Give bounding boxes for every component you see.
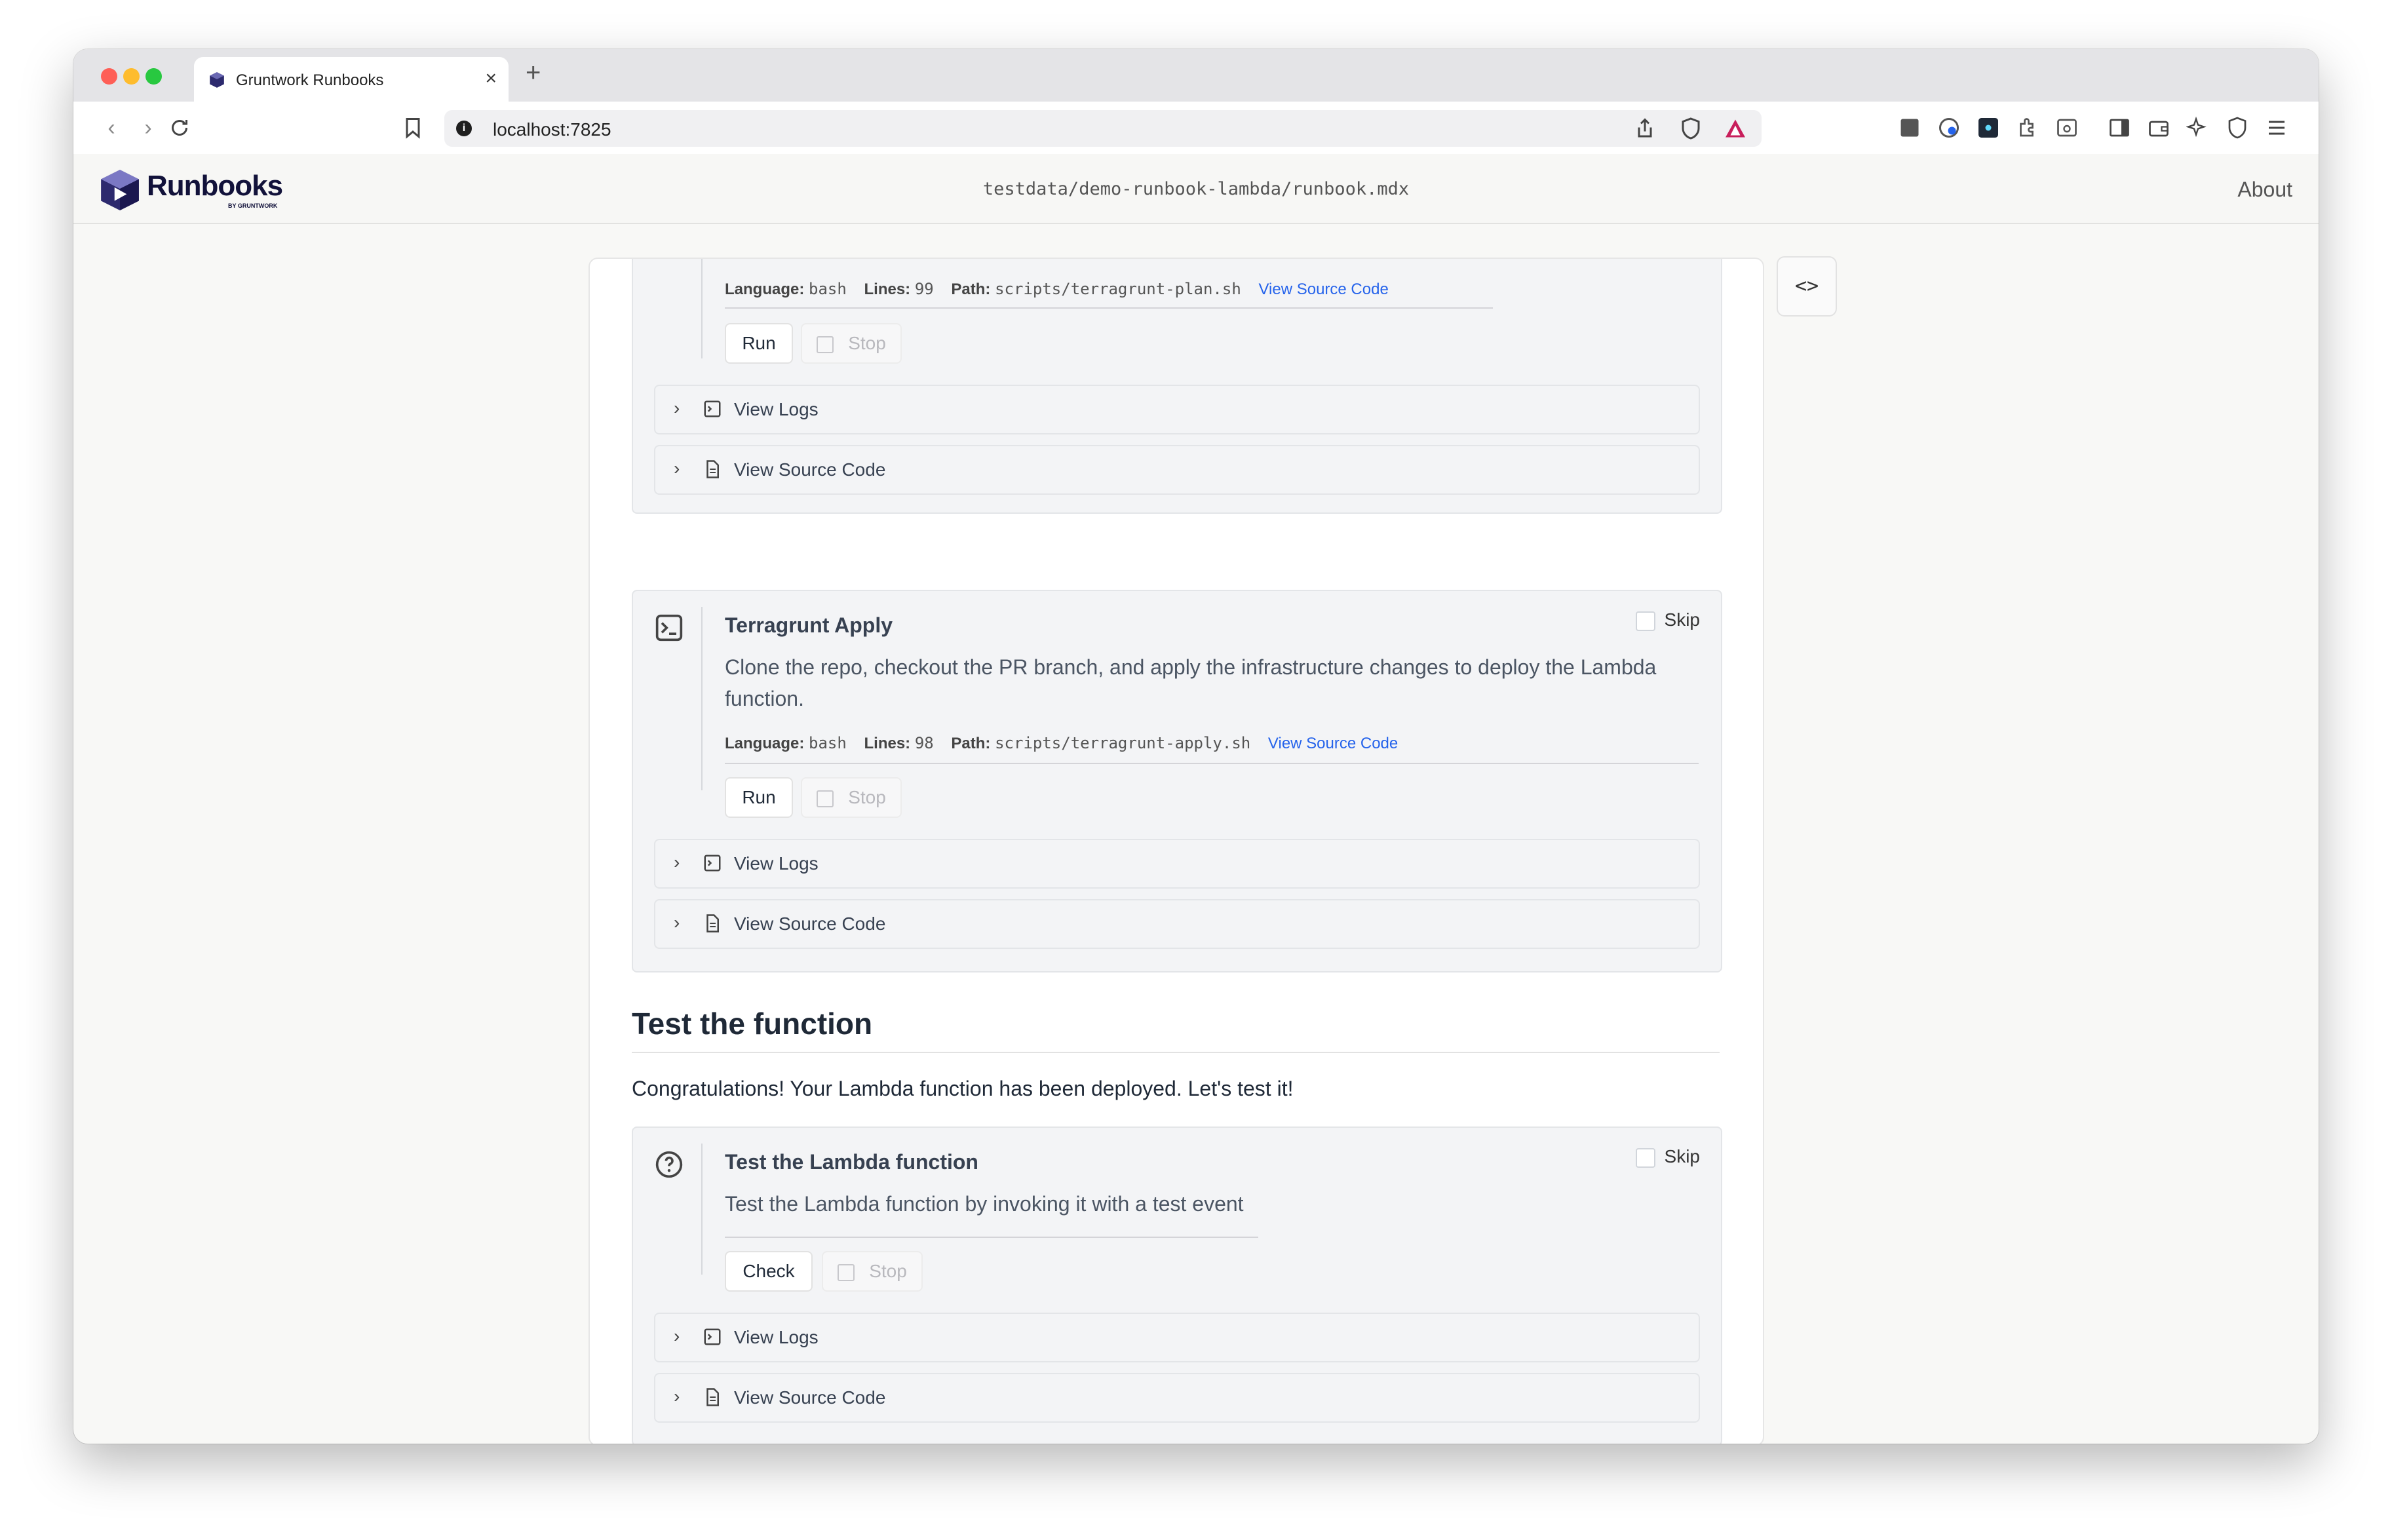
meta-divider xyxy=(725,763,1699,764)
view-source-label: View Source Code xyxy=(734,1387,886,1408)
section-divider xyxy=(632,1052,1720,1053)
minimize-window-button[interactable] xyxy=(123,68,140,85)
window-search-icon[interactable] xyxy=(2055,116,2079,140)
terminal-icon xyxy=(655,614,683,642)
chevron-right-icon: › xyxy=(674,1386,680,1406)
share-icon[interactable] xyxy=(1633,117,1657,140)
tab-bar: Gruntwork Runbooks × + xyxy=(73,49,2319,102)
question-icon xyxy=(655,1151,683,1178)
about-link[interactable]: About xyxy=(2237,178,2292,202)
section-body: Congratulations! Your Lambda function ha… xyxy=(632,1077,1294,1100)
divider xyxy=(701,1144,703,1275)
browser-toolbar: ‹ › i localhost:7825 xyxy=(73,102,2319,155)
runbooks-favicon-icon xyxy=(210,72,224,88)
chevron-right-icon: › xyxy=(674,912,680,933)
chevron-right-icon: › xyxy=(674,398,680,418)
check-button[interactable]: Check xyxy=(725,1251,813,1292)
info-icon[interactable]: i xyxy=(456,121,472,136)
onepassword-icon[interactable] xyxy=(1937,116,1961,140)
logs-icon xyxy=(704,1328,721,1345)
file-icon xyxy=(706,460,719,478)
chevron-right-icon: › xyxy=(674,852,680,872)
close-tab-icon[interactable]: × xyxy=(485,67,497,90)
extension-icon[interactable] xyxy=(1898,116,1921,140)
back-icon[interactable]: ‹ xyxy=(98,115,125,141)
view-source-label: View Source Code xyxy=(734,459,886,480)
file-icon xyxy=(706,1388,719,1406)
script-meta: Language: bash Lines: 98 Path: scripts/t… xyxy=(725,734,1399,752)
rewards-icon[interactable] xyxy=(1724,117,1747,140)
react-devtools-icon[interactable] xyxy=(1977,116,2000,140)
url-text[interactable]: localhost:7825 xyxy=(493,119,611,140)
view-source-row[interactable]: › View Source Code xyxy=(654,899,1700,949)
stop-button[interactable]: Stop xyxy=(801,777,902,818)
menu-icon[interactable] xyxy=(2265,116,2288,140)
skip-checkbox[interactable]: Skip xyxy=(1635,1146,1700,1168)
view-source-link[interactable]: View Source Code xyxy=(1268,735,1398,752)
code-toggle-button[interactable]: <> xyxy=(1777,256,1837,317)
browser-tab[interactable]: Gruntwork Runbooks × xyxy=(194,57,509,102)
sidebar-icon[interactable] xyxy=(2108,116,2131,140)
runbook-path: testdata/demo-runbook-lambda/runbook.mdx xyxy=(982,179,1410,199)
script-block-apply: Terragrunt Apply Skip Clone the repo, ch… xyxy=(632,590,1722,972)
code-icon: <> xyxy=(1794,275,1819,298)
forward-icon[interactable]: › xyxy=(135,115,161,141)
meta-divider xyxy=(725,1237,1258,1238)
close-window-button[interactable] xyxy=(101,68,117,85)
run-button[interactable]: Run xyxy=(725,323,793,364)
logo-subtitle: BY GRUNTWORK xyxy=(228,202,278,209)
address-bar[interactable]: i localhost:7825 xyxy=(444,110,1762,147)
view-logs-label: View Logs xyxy=(734,399,819,419)
new-tab-icon[interactable]: + xyxy=(526,58,541,88)
run-button[interactable]: Run xyxy=(725,777,793,818)
vpn-shield-icon[interactable] xyxy=(2226,116,2249,140)
view-source-label: View Source Code xyxy=(734,914,886,934)
view-logs-row[interactable]: › View Logs xyxy=(654,1313,1700,1362)
skip-checkbox[interactable]: Skip xyxy=(1635,609,1700,631)
view-logs-row[interactable]: › View Logs xyxy=(654,385,1700,434)
wallet-icon[interactable] xyxy=(2147,116,2170,140)
stop-button[interactable]: Stop xyxy=(801,323,902,364)
browser-window: Gruntwork Runbooks × + ‹ › i localhost:7… xyxy=(73,49,2319,1444)
view-source-link[interactable]: View Source Code xyxy=(1258,280,1388,298)
stop-icon xyxy=(817,336,834,353)
script-meta: Language: bash Lines: 99 Path: scripts/t… xyxy=(725,280,1389,298)
maximize-window-button[interactable] xyxy=(145,68,162,85)
view-logs-label: View Logs xyxy=(734,1327,819,1347)
leo-ai-icon[interactable] xyxy=(2186,116,2210,140)
puzzle-icon[interactable] xyxy=(2016,116,2039,140)
view-logs-label: View Logs xyxy=(734,853,819,874)
script-block-plan: Language: bash Lines: 99 Path: scripts/t… xyxy=(632,259,1722,514)
stop-icon xyxy=(817,790,834,807)
block-description: Clone the repo, checkout the PR branch, … xyxy=(725,655,1657,710)
divider xyxy=(701,259,703,358)
view-source-row[interactable]: › View Source Code xyxy=(654,445,1700,495)
check-block: Test the Lambda function Skip Test the L… xyxy=(632,1126,1722,1444)
chevron-right-icon: › xyxy=(674,1326,680,1346)
reload-icon[interactable] xyxy=(168,116,191,140)
bookmark-icon[interactable] xyxy=(401,116,425,140)
logs-icon xyxy=(704,400,721,417)
checkbox[interactable] xyxy=(1635,1147,1655,1168)
divider xyxy=(701,607,703,790)
file-icon xyxy=(706,914,719,933)
block-description: Test the Lambda function by invoking it … xyxy=(725,1192,1244,1216)
view-logs-row[interactable]: › View Logs xyxy=(654,839,1700,889)
section-title: Test the function xyxy=(632,1007,873,1041)
view-source-row[interactable]: › View Source Code xyxy=(654,1373,1700,1423)
tab-title: Gruntwork Runbooks xyxy=(236,71,384,89)
block-title: Terragrunt Apply xyxy=(725,613,893,637)
checkbox[interactable] xyxy=(1635,611,1655,631)
stop-icon xyxy=(838,1263,855,1281)
chevron-right-icon: › xyxy=(674,458,680,478)
stop-button[interactable]: Stop xyxy=(822,1251,923,1292)
app-header: Runbooks BY GRUNTWORK testdata/demo-runb… xyxy=(73,154,2319,224)
brave-shield-icon[interactable] xyxy=(1679,117,1703,140)
logs-icon xyxy=(704,855,721,872)
block-title: Test the Lambda function xyxy=(725,1150,978,1174)
meta-divider xyxy=(725,307,1493,309)
runbook-content: Language: bash Lines: 99 Path: scripts/t… xyxy=(588,258,1764,1444)
